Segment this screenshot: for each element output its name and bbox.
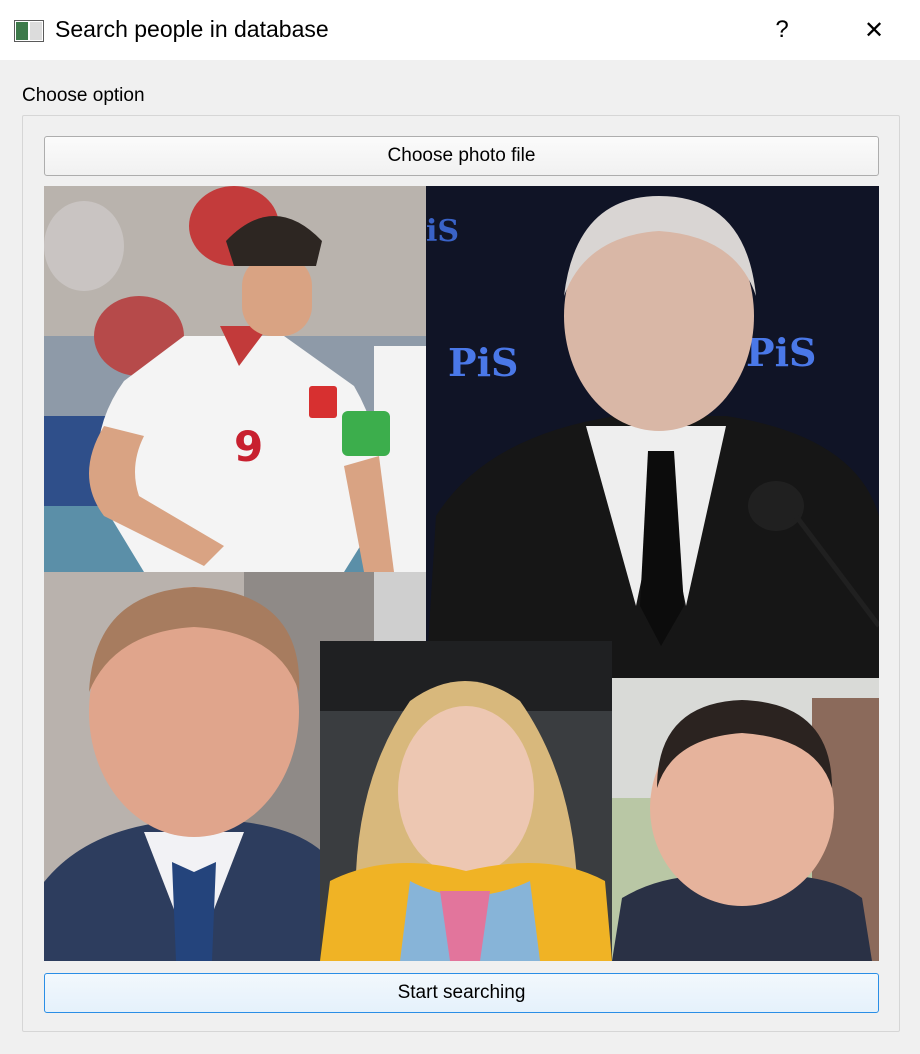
- start-searching-button[interactable]: Start searching: [44, 973, 879, 1013]
- blonde-woman-photo: [320, 641, 612, 961]
- jersey-number: 9: [234, 422, 263, 471]
- close-button[interactable]: ✕: [844, 0, 904, 60]
- window-title: Search people in database: [55, 16, 329, 42]
- smiling-man-photo: [612, 678, 879, 961]
- app-window-icon: [14, 20, 44, 42]
- choose-photo-button[interactable]: Choose photo file: [44, 136, 879, 176]
- photo-collage: 9 PiS PiS iS: [44, 186, 879, 961]
- politician-podium-photo: PiS PiS iS: [426, 186, 879, 678]
- svg-text:iS: iS: [426, 214, 459, 249]
- svg-text:PiS: PiS: [746, 330, 816, 375]
- title-bar: Search people in database ? ✕: [0, 0, 920, 60]
- choose-option-label: Choose option: [22, 85, 145, 106]
- pis-logo-text: PiS: [448, 340, 518, 385]
- help-button[interactable]: ?: [752, 0, 812, 60]
- footballer-photo: 9: [44, 186, 426, 572]
